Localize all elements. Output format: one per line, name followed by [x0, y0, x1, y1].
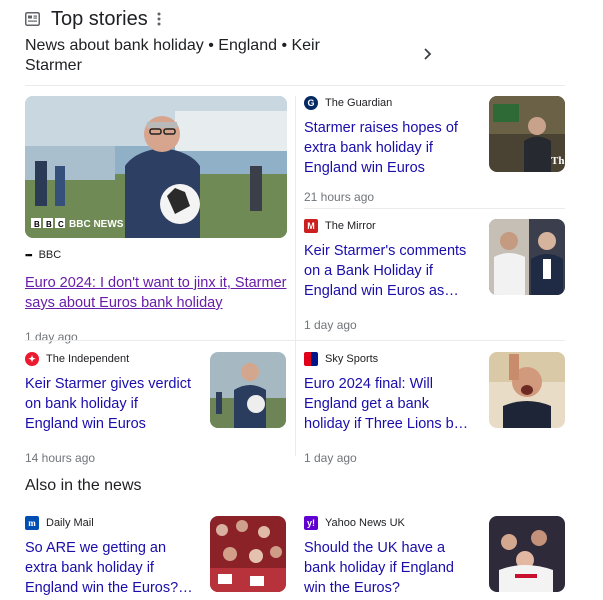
story-image-skysports: [489, 352, 565, 428]
story-image-dailymail: [210, 516, 286, 592]
story-card-bbc[interactable]: B B C BBC NEWS ▪▪▪ BBC Euro 2024: I don'…: [25, 96, 287, 344]
story-time: 21 hours ago: [304, 190, 375, 204]
story-time: 1 day ago: [304, 451, 357, 465]
image-caption: BBC NEWS: [69, 219, 124, 230]
story-headline[interactable]: Euro 2024: I don't want to jinx it, Star…: [25, 273, 287, 313]
guardian-logo-icon: G: [304, 96, 318, 110]
source-name: The Mirror: [325, 220, 376, 232]
story-headline[interactable]: Euro 2024 final: Will England get a bank…: [304, 374, 474, 434]
source-name: The Independent: [46, 353, 130, 365]
independent-logo-icon: ✦: [25, 352, 39, 366]
mirror-logo-icon: M: [304, 219, 318, 233]
story-image-guardian: Th: [489, 96, 565, 172]
divider: [25, 85, 565, 86]
topic-subtitle[interactable]: News about bank holiday • England • Keir…: [25, 36, 325, 76]
source-name: Yahoo News UK: [325, 517, 405, 529]
skysports-logo-icon: [304, 352, 318, 366]
story-time: 1 day ago: [25, 330, 78, 344]
svg-text:Th: Th: [551, 155, 564, 167]
svg-text:B: B: [46, 220, 52, 229]
divider: [304, 208, 565, 209]
story-headline[interactable]: Should the UK have a bank holiday if Eng…: [304, 538, 476, 598]
yahoo-logo-icon: y!: [304, 516, 318, 530]
bbc-logo-icon: ▪▪▪: [25, 250, 33, 260]
story-time: 14 hours ago: [25, 451, 96, 465]
story-headline[interactable]: Keir Starmer gives verdict on bank holid…: [25, 374, 195, 434]
story-headline[interactable]: Starmer raises hopes of extra bank holid…: [304, 118, 474, 178]
source-name: Daily Mail: [46, 517, 94, 529]
section-title: Top stories: [51, 8, 148, 30]
story-image-independent: [210, 352, 286, 428]
chevron-right-icon[interactable]: [419, 46, 435, 62]
divider: [25, 340, 565, 341]
source-name: BBC: [38, 249, 62, 261]
column-divider: [295, 96, 296, 456]
story-image-mirror: [489, 219, 565, 295]
story-headline[interactable]: So ARE we getting an extra bank holiday …: [25, 538, 197, 598]
source-name: Sky Sports: [325, 353, 379, 365]
also-in-news-title: Also in the news: [25, 477, 142, 494]
dailymail-logo-icon: m: [25, 516, 39, 530]
story-image-yahoo: [489, 516, 565, 592]
svg-text:C: C: [58, 220, 64, 229]
source-bbc: ▪▪▪ BBC: [25, 249, 287, 261]
svg-text:B: B: [34, 220, 40, 229]
story-headline[interactable]: Keir Starmer's comments on a Bank Holida…: [304, 241, 474, 301]
more-options-icon[interactable]: [154, 10, 164, 28]
newspaper-icon: [25, 12, 40, 26]
story-time: 1 day ago: [304, 318, 357, 332]
story-image-bbc: B B C BBC NEWS: [25, 96, 287, 238]
source-name: The Guardian: [325, 97, 393, 109]
